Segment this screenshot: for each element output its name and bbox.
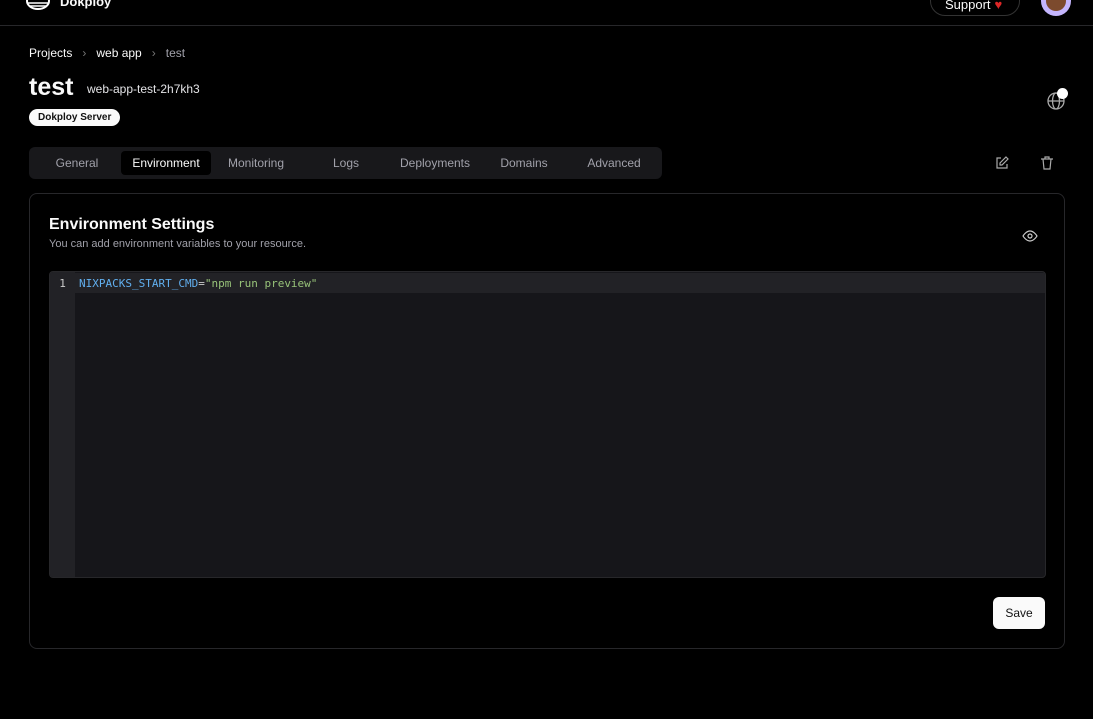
tab-monitoring[interactable]: Monitoring xyxy=(211,151,301,175)
edit-icon[interactable] xyxy=(994,155,1010,171)
chevron-right-icon: › xyxy=(82,46,87,60)
dokploy-logo-icon[interactable] xyxy=(26,0,50,10)
breadcrumb-projects[interactable]: Projects xyxy=(29,46,72,60)
page-title: test xyxy=(29,73,74,101)
support-button[interactable]: Support ♥ xyxy=(930,0,1020,16)
support-label: Support xyxy=(945,0,991,12)
env-value: "npm run preview" xyxy=(204,277,318,290)
tab-bar: General Environment Monitoring Logs Depl… xyxy=(29,147,662,179)
env-editor[interactable]: 1 NIXPACKS_START_CMD="npm run preview" xyxy=(49,271,1046,578)
trash-icon[interactable] xyxy=(1039,155,1055,171)
editor-line[interactable]: NIXPACKS_START_CMD="npm run preview" xyxy=(75,273,1045,293)
app-name: web-app-test-2h7kh3 xyxy=(87,82,200,96)
environment-settings-card: Environment Settings You can add environ… xyxy=(29,193,1065,649)
tab-domains[interactable]: Domains xyxy=(481,151,567,175)
user-avatar[interactable] xyxy=(1041,0,1071,16)
heart-icon: ♥ xyxy=(994,0,1003,12)
line-number: 1 xyxy=(50,272,75,577)
breadcrumb: Projects › web app › test xyxy=(29,46,185,60)
env-key: NIXPACKS_START_CMD xyxy=(79,277,199,290)
eye-icon[interactable] xyxy=(1022,228,1038,244)
env-equals: = xyxy=(198,277,205,290)
tab-environment[interactable]: Environment xyxy=(121,151,211,175)
tab-logs[interactable]: Logs xyxy=(301,151,391,175)
tab-advanced[interactable]: Advanced xyxy=(569,151,659,175)
card-description: You can add environment variables to you… xyxy=(49,238,307,250)
server-badge: Dokploy Server xyxy=(29,109,121,126)
tab-general[interactable]: General xyxy=(37,151,117,175)
card-title: Environment Settings xyxy=(49,216,215,233)
chevron-right-icon: › xyxy=(151,46,156,60)
top-bar: Dokploy Support ♥ xyxy=(0,0,1093,26)
breadcrumb-project[interactable]: web app xyxy=(96,46,141,60)
breadcrumb-current: test xyxy=(165,46,186,60)
save-button[interactable]: Save xyxy=(993,597,1045,629)
status-dot xyxy=(1057,88,1068,99)
brand-name: Dokploy xyxy=(60,0,112,9)
tab-deployments[interactable]: Deployments xyxy=(391,151,479,175)
